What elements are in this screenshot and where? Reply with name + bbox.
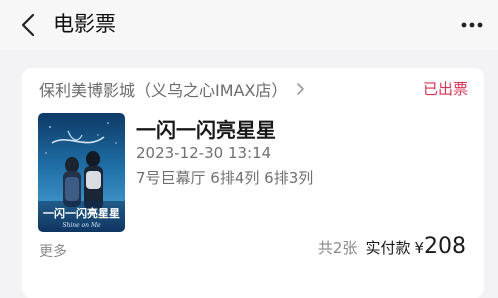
ticket-count: 共2张 (317, 239, 358, 257)
chevron-right-icon (297, 83, 305, 95)
page-title: 电影票 (53, 12, 116, 36)
cinema-link[interactable]: 保利美博影城（义乌之心IMAX店） (39, 75, 339, 103)
price-summary: 共2张 实付款 ¥ 208 (318, 234, 466, 259)
seat-info: 7号巨幕厅 6排4列 6排3列 (136, 169, 314, 187)
poster-image: 一闪一闪亮星星 Shine on Me (38, 113, 125, 232)
poster-title-art: 一闪一闪亮星星 (43, 206, 120, 220)
ticket-order-card[interactable]: 保利美博影城（义乌之心IMAX店） 已出票 一闪一闪亮星星 Shine on M… (22, 68, 484, 298)
top-bar: 电影票 (0, 0, 498, 50)
cinema-name: 保利美博影城（义乌之心IMAX店） (39, 81, 288, 100)
currency-symbol: ¥ (414, 239, 424, 257)
movie-title: 一闪一闪亮星星 (136, 118, 276, 142)
movie-poster[interactable]: 一闪一闪亮星星 Shine on Me (38, 113, 125, 232)
more-dots-icon[interactable] (460, 16, 484, 34)
order-status: 已出票 (422, 80, 468, 98)
showtime: 2023-12-30 13:14 (136, 144, 272, 162)
paid-label: 实付款 (365, 239, 411, 257)
paid-amount: 208 (424, 234, 466, 259)
more-button[interactable]: 更多 (39, 241, 67, 261)
chevron-left-icon[interactable] (18, 12, 42, 38)
poster-script-art: Shine on Me (62, 222, 101, 229)
